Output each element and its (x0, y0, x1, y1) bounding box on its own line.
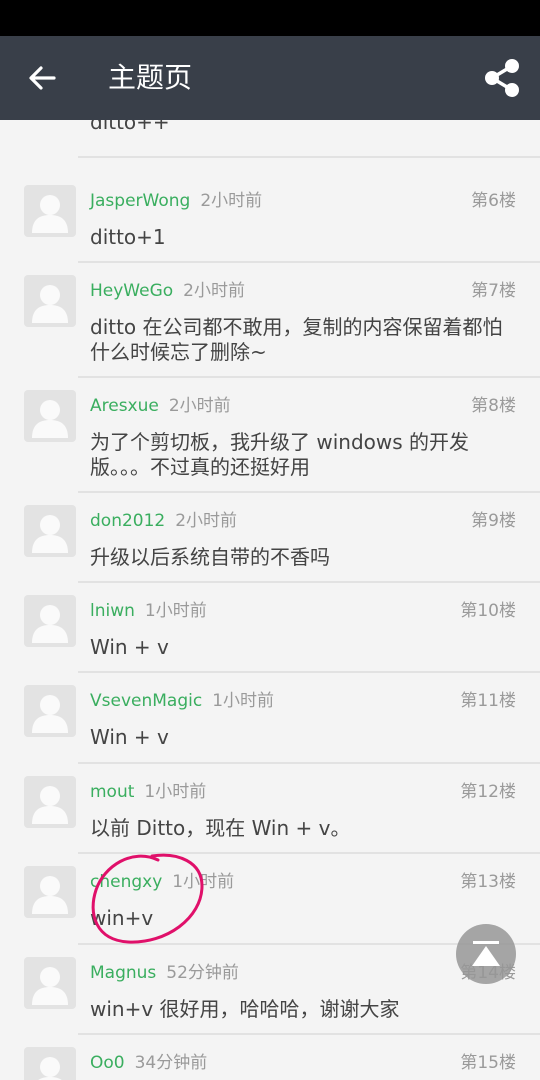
reply-item[interactable]: Oo0 34分钟前 第15楼 (0, 1035, 540, 1080)
username[interactable]: JasperWong (90, 191, 190, 211)
username[interactable]: HeyWeGo (90, 281, 173, 301)
app-bar: 主题页 (0, 36, 540, 120)
timestamp: 34分钟前 (134, 1053, 208, 1073)
avatar[interactable] (24, 685, 76, 737)
timestamp: 2小时前 (168, 396, 231, 416)
avatar[interactable] (24, 275, 76, 327)
username[interactable]: VsevenMagic (90, 691, 202, 711)
avatar[interactable] (24, 776, 76, 828)
reply-meta: chengxy 1小时前 (90, 868, 234, 896)
floor-number: 第10楼 (460, 601, 516, 621)
avatar[interactable] (24, 505, 76, 557)
reply-item[interactable]: mout 1小时前 第12楼以前 Ditto，现在 Win + v。 (0, 764, 540, 854)
floor-number: 第11楼 (460, 691, 516, 711)
username[interactable]: Oo0 (90, 1053, 125, 1073)
timestamp: 1小时前 (172, 872, 235, 892)
reply-item[interactable]: VsevenMagic 1小时前 第11楼 Win + v (0, 673, 540, 764)
avatar[interactable] (24, 390, 76, 442)
reply-item[interactable]: HeyWeGo 2小时前 第7楼 ditto 在公司都不敢用，复制的内容保留着都怕什么… (0, 263, 540, 378)
reply-content: Win + v (90, 725, 169, 749)
reply-meta: JasperWong 2小时前 (90, 187, 262, 215)
reply-meta: Aresxue 2小时前 (90, 392, 231, 420)
divider (78, 156, 540, 158)
scroll-to-top-button[interactable] (456, 924, 516, 984)
avatar[interactable] (24, 957, 76, 1009)
floor-number: 第7楼 (471, 281, 516, 301)
reply-meta: Oo0 34分钟前 (90, 1049, 207, 1077)
floor-number: 第13楼 (460, 872, 516, 892)
reply-item[interactable]: ditto++ (0, 120, 540, 158)
username[interactable]: Magnus (90, 963, 156, 983)
reply-content: ditto++ (90, 120, 170, 134)
reply-content: ditto+1 (90, 225, 166, 249)
floor-number: 第8楼 (471, 396, 516, 416)
scroll-to-top-icon (472, 941, 500, 966)
reply-meta: mout 1小时前 (90, 778, 206, 806)
reply-item[interactable]: lniwn 1小时前 第10楼 Win + v (0, 583, 540, 673)
timestamp: 2小时前 (200, 191, 263, 211)
status-bar (0, 0, 540, 36)
page-title: 主题页 (108, 61, 193, 94)
reply-meta: don2012 2小时前 (90, 507, 237, 535)
reply-content: 以前 Ditto，现在 Win + v。 (90, 816, 351, 840)
reply-content: ditto 在公司都不敢用，复制的内容保留着都怕什么时候忘了删除~ (90, 315, 503, 364)
timestamp: 2小时前 (175, 511, 238, 531)
avatar[interactable] (24, 1047, 76, 1080)
timestamp: 2小时前 (183, 281, 245, 301)
reply-meta: HeyWeGo 2小时前 (90, 277, 245, 305)
reply-item[interactable]: JasperWong 2小时前 第6楼 ditto+1 (0, 173, 540, 263)
username[interactable]: chengxy (90, 872, 162, 892)
arrow-left-icon[interactable] (24, 60, 60, 96)
reply-content: 升级以后系统自带的不香吗 (90, 545, 330, 569)
floor-number: 第6楼 (471, 191, 516, 211)
reply-content: 为了个剪切板，我升级了 windows 的开发版。。。不过真的还挺好用 (90, 430, 470, 479)
share-icon[interactable] (482, 56, 522, 100)
timestamp: 1小时前 (212, 691, 275, 711)
floor-number: 第12楼 (460, 782, 516, 802)
avatar[interactable] (24, 866, 76, 918)
reply-content: win+v 很好用，哈哈哈，谢谢大家 (90, 997, 400, 1021)
reply-content: Win + v (90, 635, 169, 659)
username[interactable]: lniwn (90, 601, 135, 621)
timestamp: 1小时前 (144, 601, 207, 621)
reply-item[interactable]: Aresxue 2小时前 第8楼 为了个剪切板，我升级了 windows 的开发版。。… (0, 378, 540, 493)
username[interactable]: Aresxue (90, 396, 159, 416)
reply-meta: Magnus 52分钟前 (90, 959, 239, 987)
timestamp: 1小时前 (144, 782, 207, 802)
avatar[interactable] (24, 595, 76, 647)
username[interactable]: mout (90, 782, 134, 802)
floor-number: 第9楼 (471, 511, 516, 531)
avatar[interactable] (24, 185, 76, 237)
reply-meta: VsevenMagic 1小时前 (90, 687, 274, 715)
reply-meta: lniwn 1小时前 (90, 597, 207, 625)
reply-item[interactable]: don2012 2小时前 第9楼升级以后系统自带的不香吗 (0, 493, 540, 583)
timestamp: 52分钟前 (166, 963, 239, 983)
floor-number: 第15楼 (460, 1053, 516, 1073)
username[interactable]: don2012 (90, 511, 165, 531)
